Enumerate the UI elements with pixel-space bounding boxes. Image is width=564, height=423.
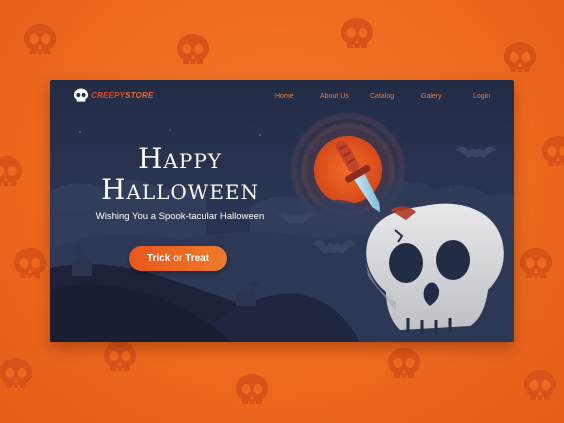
skull-icon (388, 348, 420, 378)
cta-word-or: or (173, 253, 183, 264)
nav-item-about-us[interactable]: About Us (320, 93, 349, 100)
skull-icon (24, 24, 56, 54)
skull-icon (524, 370, 556, 400)
nav-menu: Home About Us Catalog Galery Login (275, 93, 495, 105)
trick-or-treat-button[interactable]: Trick or Treat (129, 246, 227, 271)
nav-item-catalog[interactable]: Catalog (370, 93, 394, 100)
top-navigation: CREEPYSTORE Home About Us Catalog Galery… (50, 80, 514, 116)
skull-icon (104, 341, 136, 371)
skull-icon (177, 34, 209, 64)
hero-title-line2: Halloween (100, 173, 260, 206)
nav-item-galery[interactable]: Galery (421, 93, 442, 100)
skull-icon (0, 156, 22, 186)
cta-word-trick: Trick (146, 253, 171, 264)
skull-icon (14, 248, 46, 278)
skull-icon (520, 248, 552, 278)
skull-icon (236, 374, 268, 404)
brand-name-prefix: CREEPY (91, 90, 126, 100)
skull-icon (542, 136, 564, 166)
hero-title-line1: Happy (138, 142, 222, 175)
website-mockup-panel: CREEPYSTORE Home About Us Catalog Galery… (50, 80, 514, 342)
skull-icon (341, 18, 373, 48)
skull-icon (74, 88, 88, 102)
cta-word-treat: Treat (185, 253, 210, 264)
bat-icon (455, 146, 497, 158)
brand-name: CREEPYSTORE (91, 91, 154, 100)
skull-icon (504, 42, 536, 72)
hero-subtitle: Wishing You a Spook-tacular Halloween (95, 211, 265, 222)
nav-item-home[interactable]: Home (275, 93, 294, 100)
nav-item-login[interactable]: Login (473, 93, 490, 100)
skull-icon (0, 358, 32, 388)
brand-name-suffix: STORE (125, 90, 154, 100)
brand-logo[interactable]: CREEPYSTORE (74, 88, 154, 102)
